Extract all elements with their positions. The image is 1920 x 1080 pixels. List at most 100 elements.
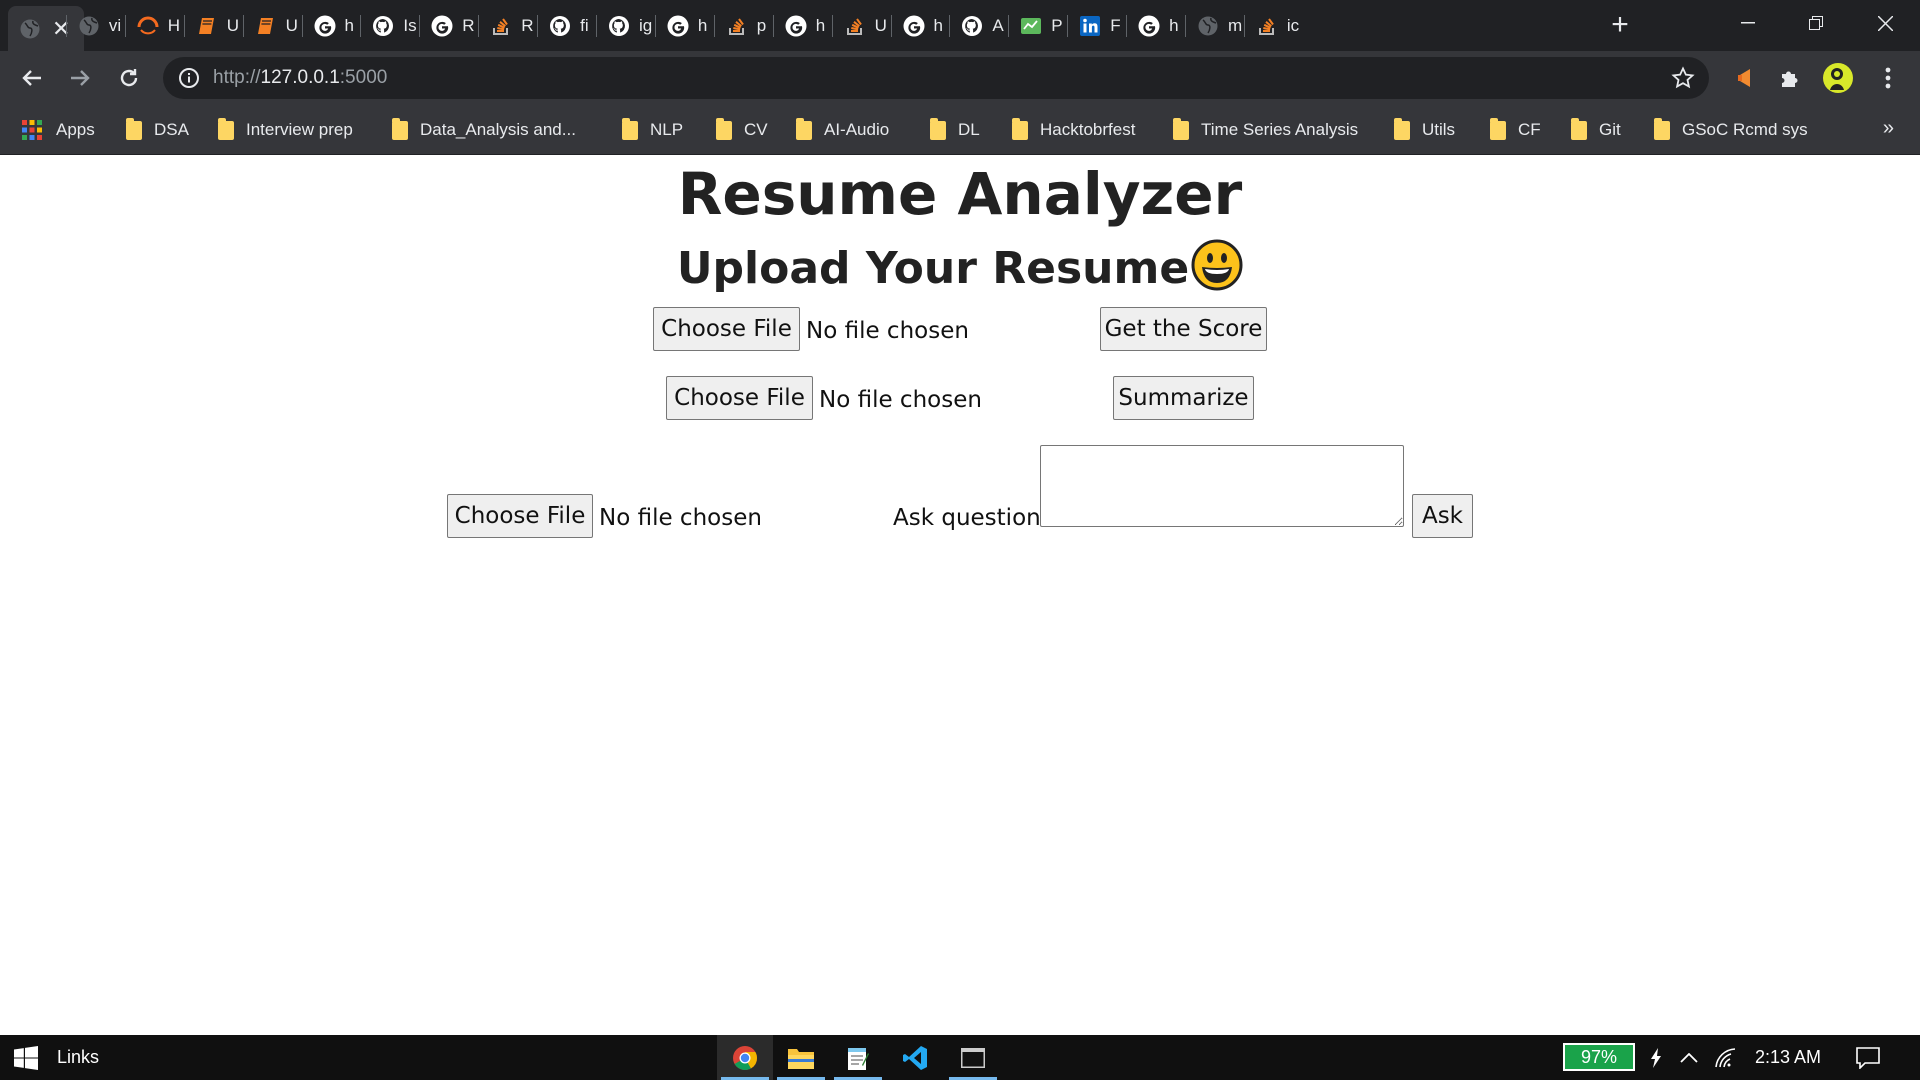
choose-file-button-summarize[interactable]: Choose File	[666, 376, 813, 420]
browser-tab[interactable]: vi	[67, 6, 126, 46]
bookmark-folder[interactable]: DL	[930, 115, 980, 145]
extensions-button[interactable]	[1772, 60, 1808, 96]
choose-file-button-score[interactable]: Choose File	[653, 307, 800, 351]
info-icon[interactable]	[178, 67, 200, 89]
browser-tab[interactable]: F	[1068, 6, 1127, 46]
browser-tab[interactable]: m	[1186, 6, 1245, 46]
tab-title: h	[344, 16, 354, 35]
browser-tab[interactable]: p	[715, 6, 774, 46]
tab-title: A	[992, 16, 1004, 35]
vscode-icon	[903, 1045, 927, 1070]
lightning-icon	[1651, 1048, 1661, 1068]
folder-icon	[1654, 117, 1670, 140]
tab-title: h	[815, 16, 826, 35]
address-bar[interactable]: http://127.0.0.1:5000	[163, 57, 1709, 99]
close-window-button[interactable]	[1855, 6, 1915, 40]
charging-tray[interactable]	[1643, 1045, 1669, 1071]
tab-title: ic	[1286, 16, 1300, 35]
bookmark-folder[interactable]: Hacktobrfest	[1012, 115, 1135, 145]
bookmark-folder[interactable]: DSA	[126, 115, 189, 145]
folder-icon	[788, 1048, 814, 1069]
bookmark-folder[interactable]: Interview prep	[218, 115, 353, 145]
taskbar-chrome[interactable]	[717, 1035, 773, 1080]
file-status-summarize: No file chosen	[819, 387, 982, 413]
network-tray[interactable]	[1713, 1045, 1739, 1071]
megaphone-extension-icon	[1738, 69, 1750, 87]
restore-button[interactable]	[1786, 6, 1846, 40]
browser-tab[interactable]: R	[479, 6, 538, 46]
question-textarea[interactable]	[1040, 445, 1404, 527]
bookmark-label: Interview prep	[246, 120, 353, 139]
back-button[interactable]	[14, 60, 50, 96]
bookmark-folder[interactable]: Git	[1571, 115, 1621, 145]
folder-icon	[716, 117, 732, 140]
bookmark-folder[interactable]: AI-Audio	[796, 115, 889, 145]
bookmark-folder[interactable]: NLP	[622, 115, 683, 145]
bookmark-folder[interactable]: Data_Analysis and...	[392, 115, 576, 145]
browser-tab[interactable]: U	[833, 6, 892, 46]
bookmark-folder[interactable]: Utils	[1394, 115, 1455, 145]
tab-title: fi	[580, 16, 589, 35]
profile-button[interactable]	[1820, 60, 1856, 96]
browser-tab[interactable]: h	[892, 6, 951, 46]
bookmark-label: DSA	[154, 120, 189, 139]
tab-separator	[713, 15, 715, 37]
bookmark-label: DL	[958, 120, 980, 139]
bookmark-folder[interactable]: GSoC Rcmd sys	[1654, 115, 1808, 145]
forward-button[interactable]	[62, 60, 98, 96]
browser-tab[interactable]: U	[244, 6, 303, 46]
bookmark-star-icon[interactable]	[1671, 66, 1695, 90]
reload-button[interactable]	[111, 60, 147, 96]
get-score-button[interactable]: Get the Score	[1100, 307, 1267, 351]
minimize-button[interactable]	[1718, 6, 1778, 40]
taskbar-terminal[interactable]	[945, 1035, 1001, 1080]
stackoverflow-icon	[726, 15, 748, 37]
stackoverflow-icon	[844, 15, 866, 37]
bookmark-folder[interactable]: CV	[716, 115, 768, 145]
browser-tab[interactable]: h	[774, 6, 833, 46]
browser-tab[interactable]: Is	[361, 6, 420, 46]
more-bookmarks-button[interactable]: »	[1883, 117, 1894, 140]
bookmark-label: CF	[1518, 120, 1541, 139]
browser-tab[interactable]: fi	[538, 6, 597, 46]
choose-file-button-question[interactable]: Choose File	[447, 494, 593, 538]
bookmark-folder[interactable]: Time Series Analysis	[1173, 115, 1358, 145]
browser-tab[interactable]: H	[126, 6, 185, 46]
battery-indicator[interactable]: 97%	[1563, 1043, 1635, 1071]
taskbar-file-explorer[interactable]	[773, 1035, 829, 1080]
google-icon	[667, 15, 689, 37]
links-toolbar-label[interactable]: Links	[57, 1047, 99, 1068]
action-center-button[interactable]	[1855, 1045, 1881, 1071]
new-tab-button[interactable]: +	[1605, 10, 1635, 40]
browser-tab[interactable]: h	[656, 6, 715, 46]
url-text[interactable]: http://127.0.0.1:5000	[213, 67, 387, 89]
browser-tab[interactable]: ic	[1245, 6, 1304, 46]
summarize-button[interactable]: Summarize	[1113, 376, 1254, 420]
browser-tab[interactable]: h	[1127, 6, 1186, 46]
folder-icon	[1012, 117, 1028, 140]
browser-tab[interactable]: h	[303, 6, 362, 46]
bookmark-folder[interactable]: CF	[1490, 115, 1541, 145]
bookmark-label: CV	[744, 120, 768, 139]
extension-button[interactable]	[1728, 60, 1764, 96]
tab-separator	[654, 15, 656, 37]
orange-arc-icon	[137, 15, 159, 37]
bookmark-label: Apps	[56, 120, 95, 139]
browser-tab[interactable]: P	[1009, 6, 1068, 46]
browser-tab[interactable]: R	[420, 6, 479, 46]
browser-menu-button[interactable]	[1870, 60, 1906, 96]
browser-tab[interactable]: ig	[597, 6, 656, 46]
bookmark-apps[interactable]: Apps	[22, 115, 95, 145]
browser-tab[interactable]: U	[185, 6, 244, 46]
bookmark-label: Git	[1599, 120, 1621, 139]
tab-separator	[1243, 15, 1245, 37]
tab-separator	[1126, 15, 1128, 37]
taskbar-notepad[interactable]	[830, 1035, 886, 1080]
taskbar-clock[interactable]: 2:13 AM	[1755, 1047, 1821, 1068]
show-hidden-icons[interactable]	[1676, 1045, 1702, 1071]
taskbar-vscode[interactable]	[887, 1035, 943, 1080]
windows-start-icon[interactable]	[14, 1046, 38, 1070]
browser-tab[interactable]: A	[950, 6, 1009, 46]
ask-button[interactable]: Ask	[1412, 494, 1473, 538]
terminal-icon	[961, 1047, 985, 1068]
